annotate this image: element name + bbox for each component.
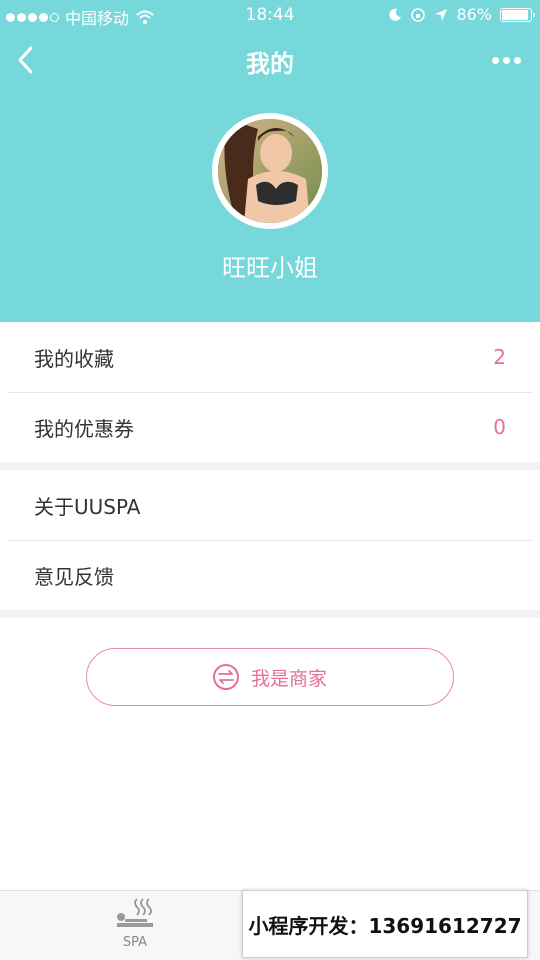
list-item-coupons[interactable]: 我的优惠券 0 [0, 392, 540, 462]
nav-bar: 我的 [0, 30, 540, 90]
more-button[interactable] [486, 46, 526, 74]
more-dot-icon [502, 56, 510, 64]
coupons-count: 0 [493, 415, 506, 439]
username: 旺旺小姐 [222, 254, 318, 282]
list-item-feedback[interactable]: 意见反馈 [0, 540, 540, 610]
more-dot-icon [513, 56, 521, 64]
list-item-label: 我的收藏 [34, 346, 114, 371]
list-group-favorites: 我的收藏 2 我的优惠券 0 [0, 322, 540, 462]
page-title: 我的 [246, 50, 294, 78]
swap-icon [212, 664, 239, 690]
list-item-label: 关于UUSPA [34, 494, 141, 519]
screen: 中国移动 18:44 86% 我的 旺旺小姐 我的收藏 2 我的优惠券 0 关于… [0, 0, 540, 960]
favorites-count: 2 [493, 345, 506, 369]
moon-icon [389, 8, 402, 21]
tab-spa[interactable]: SPA [100, 897, 170, 957]
avatar-frame[interactable] [212, 113, 328, 229]
spa-icon [117, 898, 153, 927]
list-item-label: 我的优惠券 [34, 416, 134, 441]
section-divider [0, 610, 540, 618]
status-bar: 中国移动 18:44 86% [0, 0, 540, 30]
merchant-button-label: 我是商家 [250, 667, 327, 690]
list-item-about[interactable]: 关于UUSPA [0, 470, 540, 540]
orientation-lock-icon [411, 7, 426, 22]
tab-label: SPA [122, 935, 148, 950]
more-dot-icon [491, 56, 499, 64]
profile-header: 中国移动 18:44 86% 我的 旺旺小姐 [0, 0, 540, 322]
list-item-favorites[interactable]: 我的收藏 2 [0, 322, 540, 392]
section-divider [0, 462, 540, 470]
list-item-label: 意见反馈 [34, 564, 114, 589]
merchant-button[interactable]: 我是商家 [86, 648, 454, 706]
list-group-info: 关于UUSPA 意见反馈 [0, 470, 540, 610]
avatar [218, 119, 322, 223]
avatar-photo-icon [218, 119, 322, 223]
battery-percent: 86% [456, 5, 492, 24]
status-right: 86% [388, 5, 535, 24]
battery-icon [500, 7, 535, 22]
location-icon [435, 8, 448, 21]
promo-banner: 小程序开发：13691612727 [242, 890, 528, 958]
